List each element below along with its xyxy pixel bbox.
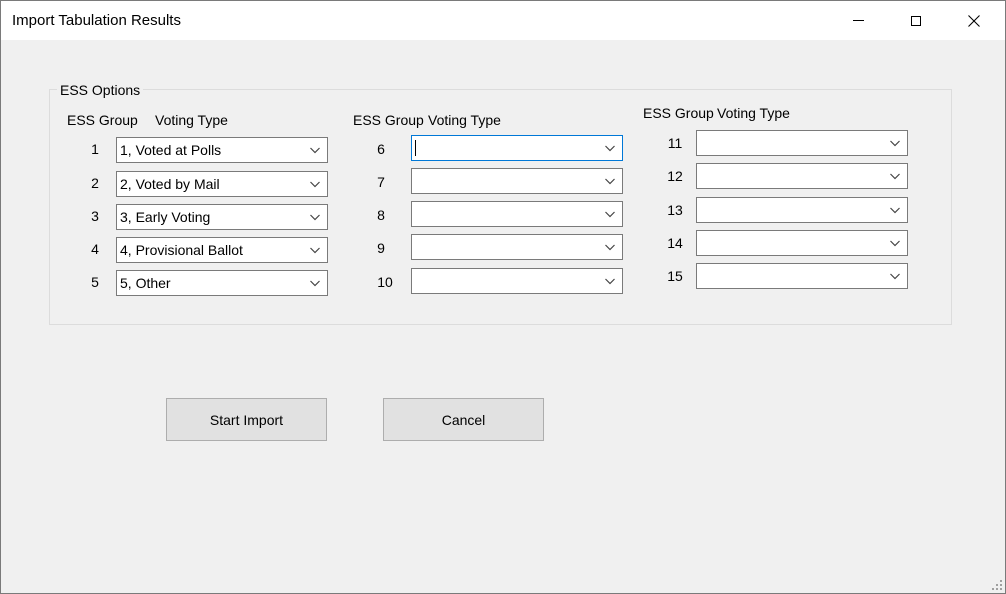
chevron-down-icon[interactable] — [307, 176, 323, 192]
voting-type-header: Voting Type — [428, 112, 501, 128]
voting-type-combobox-7[interactable] — [411, 168, 623, 194]
chevron-down-icon[interactable] — [602, 173, 618, 189]
combobox-value: 5, Other — [120, 275, 171, 291]
voting-type-combobox-14[interactable] — [696, 230, 908, 256]
voting-type-combobox-1[interactable]: 1, Voted at Polls — [116, 137, 328, 163]
chevron-down-icon[interactable] — [307, 242, 323, 258]
window-title: Import Tabulation Results — [12, 12, 181, 29]
voting-type-combobox-5[interactable]: 5, Other — [116, 270, 328, 296]
chevron-down-icon[interactable] — [307, 275, 323, 291]
ess-group-number: 10 — [377, 274, 393, 290]
ess-group-number: 8 — [377, 207, 385, 223]
chevron-down-icon[interactable] — [887, 235, 903, 251]
ess-group-header: ESS Group — [353, 112, 424, 128]
voting-type-header: Voting Type — [155, 112, 228, 128]
ess-group-number: 15 — [667, 268, 683, 284]
chevron-down-icon[interactable] — [887, 202, 903, 218]
chevron-down-icon[interactable] — [602, 239, 618, 255]
voting-type-combobox-9[interactable] — [411, 234, 623, 260]
combobox-value: 1, Voted at Polls — [120, 142, 222, 158]
title-bar[interactable]: Import Tabulation Results — [1, 1, 1005, 40]
ess-group-number: 14 — [667, 235, 683, 251]
chevron-down-icon[interactable] — [887, 268, 903, 284]
chevron-down-icon[interactable] — [887, 168, 903, 184]
voting-type-combobox-3[interactable]: 3, Early Voting — [116, 204, 328, 230]
ess-group-number: 11 — [667, 135, 683, 151]
ess-group-number: 5 — [91, 274, 99, 290]
minimize-button[interactable] — [835, 1, 881, 40]
minimize-icon — [852, 20, 864, 21]
chevron-down-icon[interactable] — [307, 209, 323, 225]
chevron-down-icon[interactable] — [602, 273, 618, 289]
voting-type-combobox-15[interactable] — [696, 263, 908, 289]
ess-group-number: 12 — [667, 168, 683, 184]
voting-type-combobox-10[interactable] — [411, 268, 623, 294]
chevron-down-icon[interactable] — [602, 206, 618, 222]
voting-type-combobox-8[interactable] — [411, 201, 623, 227]
ess-group-number: 13 — [667, 202, 683, 218]
text-cursor — [415, 140, 416, 156]
voting-type-combobox-11[interactable] — [696, 130, 908, 156]
ess-group-number: 6 — [377, 141, 385, 157]
ess-group-header: ESS Group — [67, 112, 138, 128]
voting-type-combobox-4[interactable]: 4, Provisional Ballot — [116, 237, 328, 263]
close-icon — [968, 14, 980, 27]
ess-group-number: 2 — [91, 175, 99, 191]
voting-type-header: Voting Type — [717, 105, 790, 121]
start-import-button[interactable]: Start Import — [166, 398, 327, 441]
ess-group-number: 4 — [91, 241, 99, 257]
maximize-button[interactable] — [893, 1, 939, 40]
resize-grip-icon[interactable] — [991, 579, 1003, 591]
cancel-button[interactable]: Cancel — [383, 398, 544, 441]
chevron-down-icon[interactable] — [307, 142, 323, 158]
voting-type-combobox-12[interactable] — [696, 163, 908, 189]
combobox-value: 2, Voted by Mail — [120, 176, 220, 192]
voting-type-combobox-13[interactable] — [696, 197, 908, 223]
chevron-down-icon[interactable] — [887, 135, 903, 151]
combobox-value: 3, Early Voting — [120, 209, 211, 225]
ess-group-number: 7 — [377, 174, 385, 190]
voting-type-combobox-6[interactable] — [411, 135, 623, 161]
ess-group-number: 9 — [377, 240, 385, 256]
voting-type-combobox-2[interactable]: 2, Voted by Mail — [116, 171, 328, 197]
ess-options-label: ESS Options — [57, 82, 144, 98]
maximize-icon — [911, 15, 921, 26]
combobox-value: 4, Provisional Ballot — [120, 242, 243, 258]
ess-group-header: ESS Group — [643, 105, 714, 121]
ess-group-number: 3 — [91, 208, 99, 224]
ess-group-number: 1 — [91, 141, 99, 157]
chevron-down-icon[interactable] — [602, 140, 618, 156]
close-button[interactable] — [951, 1, 997, 40]
